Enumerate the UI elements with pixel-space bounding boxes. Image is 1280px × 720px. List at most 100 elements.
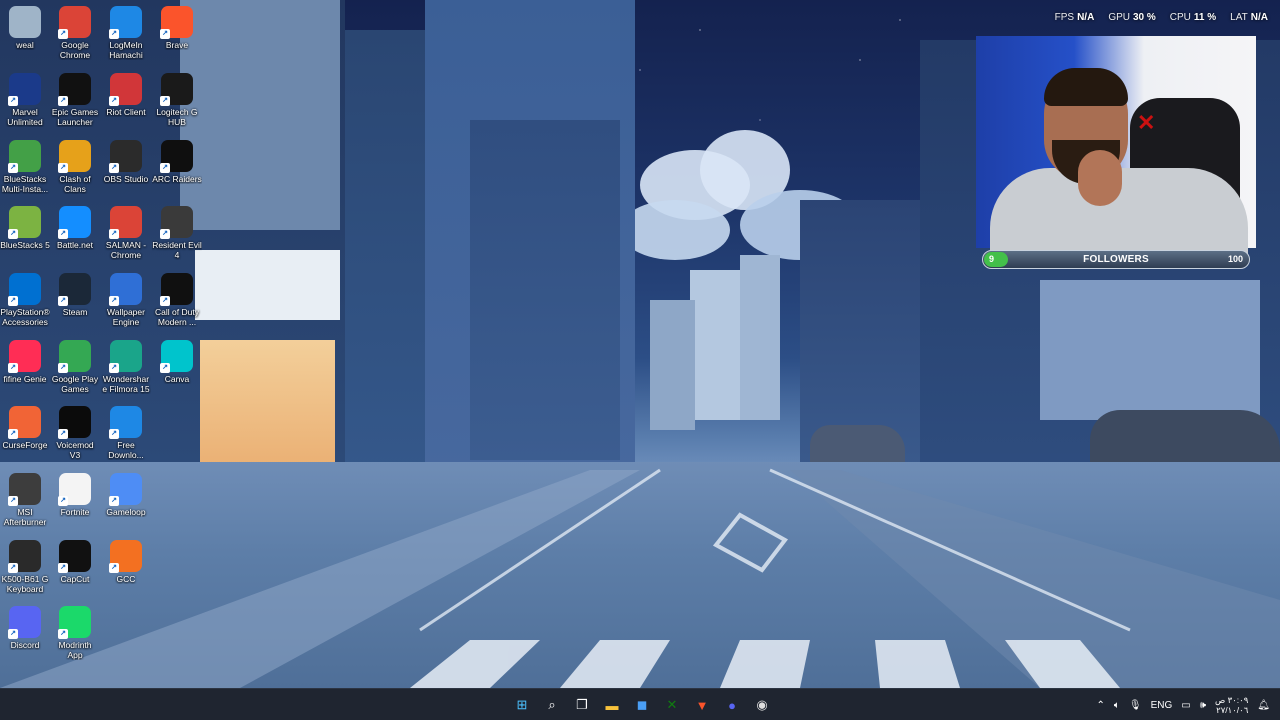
desktop-icon[interactable]: ↗ Riot Client (101, 71, 151, 117)
desktop-icon[interactable]: ↗ OBS Studio (101, 138, 151, 184)
desktop-icon[interactable]: ↗ Free Downlo... (101, 404, 151, 460)
desktop-icon[interactable]: ↗ CapCut (50, 538, 100, 584)
shortcut-arrow-icon: ↗ (58, 163, 68, 173)
latency-readout: LAT N/A (1230, 12, 1268, 23)
desktop-icon[interactable]: ↗ Clash of Clans (50, 138, 100, 194)
desktop-icon[interactable]: ↗ Battle.net (50, 204, 100, 250)
taskbar-start-button[interactable]: ⊞ (510, 693, 534, 717)
shortcut-arrow-icon: ↗ (58, 429, 68, 439)
desktop-icon[interactable]: ↗ fifine Genie (0, 338, 50, 384)
taskbar-task-view-button[interactable]: ❐ (570, 693, 594, 717)
desktop-icon-label: Resident Evil 4 (152, 240, 202, 260)
desktop-icon[interactable]: weal (0, 4, 50, 50)
desktop-icon-label: PlayStation® Accessories (0, 307, 50, 327)
desktop-icon[interactable]: ↗ GCC (101, 538, 151, 584)
folder-icon: ▬ (605, 697, 619, 713)
notification-bell-icon[interactable]: 🔔︎ (1257, 700, 1270, 711)
shortcut-arrow-icon: ↗ (109, 229, 119, 239)
language-indicator[interactable]: ENG (1151, 700, 1173, 711)
taskbar: ⊞ ⌕ ❐ ▬ ◼ ✕ ▼ ● ◉ ⌃ 🔈︎ 🎙︎ ENG ▭ 🕪︎ ٣٠:٠٩ ص ٢٧/١٠… (0, 688, 1280, 720)
desktop-icon[interactable]: ↗ Call of Duty Modern ... (152, 271, 202, 327)
clock[interactable]: ٣٠:٠٩ ص ٢٧/١٠/٠٦ (1215, 695, 1248, 715)
desktop-icon-label: ARC Raiders (152, 174, 202, 184)
desktop-icon[interactable]: ↗ Google Chrome (50, 4, 100, 60)
shortcut-arrow-icon: ↗ (109, 496, 119, 506)
desktop-icon-label: OBS Studio (103, 174, 149, 184)
shortcut-arrow-icon: ↗ (8, 496, 18, 506)
desktop-icon[interactable]: ↗ Google Play Games (50, 338, 100, 394)
desktop-icon[interactable]: ↗ Wallpaper Engine (101, 271, 151, 327)
desktop-icon[interactable]: ↗ Wondershare Filmora 15 (101, 338, 151, 394)
desktop-icon[interactable]: ↗ Resident Evil 4 (152, 204, 202, 260)
hamachi-icon: ↗ (109, 6, 142, 39)
desktop-icon[interactable]: ↗ Steam (50, 271, 100, 317)
shortcut-arrow-icon: ↗ (160, 96, 170, 106)
desktop-icon[interactable]: ↗ K500-B61 G Keyboard (0, 538, 50, 594)
desktop-icon[interactable]: ↗ Canva (152, 338, 202, 384)
desktop-icon[interactable]: ↗ Voicemod V3 (50, 404, 100, 460)
desktop-icon[interactable]: ↗ BlueStacks Multi-Insta... (0, 138, 50, 194)
network-icon[interactable]: ▭ (1181, 700, 1190, 711)
taskbar-apps: ⊞ ⌕ ❐ ▬ ◼ ✕ ▼ ● ◉ (510, 689, 774, 720)
tray-overflow-icon[interactable]: ⌃ (1097, 700, 1105, 711)
marvel-icon: ↗ (8, 73, 41, 106)
desktop-icon-label: Free Downlo... (108, 440, 144, 460)
taskbar-xbox-button[interactable]: ✕ (660, 693, 684, 717)
desktop-icon-label: SALMAN - Chrome (105, 240, 147, 260)
keyboard-icon: ↗ (8, 540, 41, 573)
desktop-icon-label: Wallpaper Engine (107, 307, 145, 327)
desktop-icon-label: Epic Games Launcher (51, 107, 99, 127)
file-icon: ↗ (58, 473, 91, 506)
taskbar-file-explorer-button[interactable]: ▬ (600, 693, 624, 717)
desktop-icon[interactable]: ↗ Epic Games Launcher (50, 71, 100, 127)
taskbar-store-button[interactable]: ◼ (630, 693, 654, 717)
desktop-icon-label: GCC (116, 574, 136, 584)
cpu-label: CPU (1169, 12, 1191, 23)
shortcut-arrow-icon: ↗ (8, 229, 18, 239)
desktop-icon[interactable]: ↗ CurseForge (0, 404, 50, 450)
shortcut-arrow-icon: ↗ (8, 563, 18, 573)
desktop-icon-label: Brave (165, 40, 189, 50)
desktop-icon[interactable]: ↗ Fortnite (50, 471, 100, 517)
desktop-icon[interactable]: ↗ Gameloop (101, 471, 151, 517)
desktop-icon[interactable]: ↗ BlueStacks 5 (0, 204, 50, 250)
shortcut-arrow-icon: ↗ (8, 296, 18, 306)
desktop-icon[interactable]: ↗ Discord (0, 604, 50, 650)
clock-date: ٢٧/١٠/٠٦ (1216, 705, 1249, 715)
desktop-icon-label: Google Chrome (59, 40, 91, 60)
shortcut-arrow-icon: ↗ (58, 563, 68, 573)
desktop-icon[interactable]: ↗ SALMAN - Chrome (101, 204, 151, 260)
desktop-icon[interactable]: ↗ Marvel Unlimited (0, 71, 50, 127)
shortcut-arrow-icon: ↗ (109, 163, 119, 173)
obs-icon: ↗ (109, 140, 142, 173)
desktop-icon-label: MSI Afterburner (3, 507, 47, 527)
speaker-icon[interactable]: 🔈︎ (1114, 700, 1120, 711)
taskbar-brave-button[interactable]: ▼ (690, 693, 714, 717)
chrome-icon: ↗ (58, 6, 91, 39)
desktop-icon[interactable]: ↗ Modrinth App (50, 604, 100, 660)
lat-value: N/A (1250, 12, 1268, 23)
desktop-icon[interactable]: ↗ ARC Raiders (152, 138, 202, 184)
taskbar-search-button[interactable]: ⌕ (540, 693, 564, 717)
desktop-icon[interactable]: ↗ MSI Afterburner (0, 471, 50, 527)
desktop-icon[interactable]: ↗ PlayStation® Accessories (0, 271, 50, 327)
microphone-icon[interactable]: 🎙︎ (1129, 700, 1142, 711)
gpu-readout: GPU 30 % (1108, 12, 1155, 23)
desktop-icon[interactable]: ↗ LogMeIn Hamachi (101, 4, 151, 60)
volume-icon[interactable]: 🕪︎ (1200, 700, 1206, 711)
gameloop-icon: ↗ (109, 473, 142, 506)
desktop-icon-label: fifine Genie (3, 374, 47, 384)
recycle-bin-icon (9, 6, 41, 38)
desktop-icon[interactable]: ↗ Logitech G HUB (152, 71, 202, 127)
canva-icon: ↗ (160, 340, 193, 373)
xbox-icon: ✕ (666, 697, 678, 712)
desktop-icon-label: Call of Duty Modern ... (155, 307, 199, 327)
taskbar-discord-button[interactable]: ● (720, 693, 744, 717)
task-view-icon: ❐ (576, 697, 588, 712)
bluestacks-icon: ↗ (8, 206, 41, 239)
arc-raiders-icon: ↗ (160, 140, 193, 173)
discord-icon: ● (728, 697, 736, 713)
desktop-icon-label: Wondershare Filmora 15 (102, 374, 150, 394)
taskbar-obs-button[interactable]: ◉ (750, 693, 774, 717)
desktop-icon[interactable]: ↗ Brave (152, 4, 202, 50)
